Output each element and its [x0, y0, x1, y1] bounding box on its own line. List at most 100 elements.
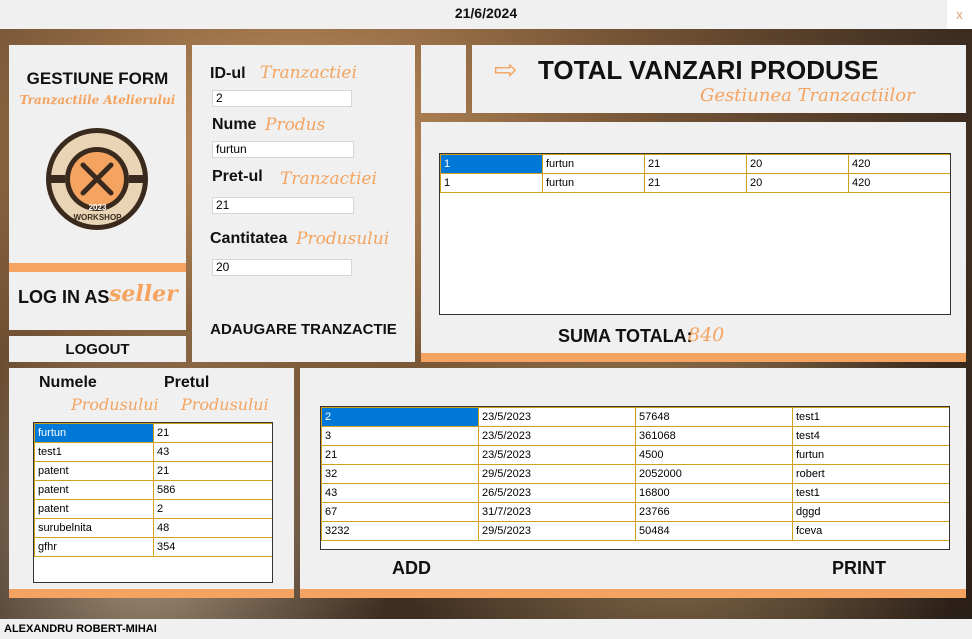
table-cell[interactable]: 16800 [635, 483, 793, 503]
table-cell[interactable]: 2 [321, 407, 479, 427]
table-cell[interactable]: 4500 [635, 445, 793, 465]
product-row[interactable]: furtun 21 [34, 423, 272, 443]
table-cell[interactable]: 29/5/2023 [478, 521, 636, 541]
login-label: LOG IN AS [18, 287, 110, 307]
table-cell[interactable]: 50484 [635, 521, 793, 541]
cart-grid[interactable]: 1 furtun 21 20 420 1 furtun 21 20 420 [439, 153, 951, 315]
table-cell[interactable]: 57648 [635, 407, 793, 427]
title-bar: 21/6/2024 x [0, 0, 972, 29]
product-row[interactable]: surubelnita 48 [34, 518, 272, 538]
table-cell[interactable]: test1 [792, 407, 949, 427]
table-cell[interactable]: furtun [34, 423, 154, 443]
transaction-row[interactable]: 32 29/5/2023 2052000 robert [321, 464, 949, 484]
divider [9, 263, 186, 272]
table-cell[interactable]: 48 [153, 518, 272, 538]
transaction-form: ID-ul Tranzactiei 2 Nume Produs furtun P… [192, 45, 415, 362]
table-cell[interactable]: gfhr [34, 537, 154, 557]
table-cell[interactable]: 2052000 [635, 464, 793, 484]
name-input[interactable]: furtun [212, 141, 354, 158]
table-cell[interactable]: 21 [153, 461, 272, 481]
sum-value: 840 [688, 324, 725, 346]
table-cell[interactable]: 1 [440, 154, 543, 174]
table-cell[interactable]: 23/5/2023 [478, 445, 636, 465]
table-cell[interactable]: furtun [792, 445, 949, 465]
table-cell[interactable]: furtun [542, 154, 645, 174]
brand-panel: GESTIUNE FORM Tranzactiile Atelierului R… [9, 45, 186, 330]
table-cell[interactable]: test4 [792, 426, 949, 446]
transactions-grid[interactable]: 2 23/5/2023 57648 test1 3 23/5/2023 361068 test… [320, 406, 950, 550]
author-label: ALEXANDRU ROBERT-MIHAI [4, 623, 157, 635]
table-cell[interactable]: test1 [34, 442, 154, 462]
table-cell[interactable]: 23/5/2023 [478, 407, 636, 427]
sum-label: SUMA TOTALA: [558, 326, 693, 346]
table-cell[interactable]: 354 [153, 537, 272, 557]
table-cell[interactable]: robert [792, 464, 949, 484]
table-cell[interactable]: 23766 [635, 502, 793, 522]
date-label: 21/6/2024 [454, 5, 518, 21]
table-cell[interactable]: 43 [321, 483, 479, 503]
add-transaction-button[interactable]: ADAUGARE TRANZACTIE [192, 321, 415, 338]
table-cell[interactable]: 26/5/2023 [478, 483, 636, 503]
table-cell[interactable]: test1 [792, 483, 949, 503]
table-cell[interactable]: 586 [153, 480, 272, 500]
table-cell[interactable]: 20 [746, 173, 849, 193]
table-cell[interactable]: furtun [542, 173, 645, 193]
transaction-row[interactable]: 3232 29/5/2023 50484 fceva [321, 521, 949, 541]
price-input[interactable]: 21 [212, 197, 354, 214]
product-row[interactable]: patent 2 [34, 499, 272, 519]
col2-label: Pretul [164, 374, 210, 391]
table-cell[interactable]: 43 [153, 442, 272, 462]
table-cell[interactable]: patent [34, 461, 154, 481]
divider [9, 589, 294, 598]
table-cell[interactable]: 3232 [321, 521, 479, 541]
product-row[interactable]: test1 43 [34, 442, 272, 462]
table-cell[interactable]: 420 [848, 154, 950, 174]
table-cell[interactable]: dggd [792, 502, 949, 522]
logout-button[interactable]: LOGOUT [9, 336, 186, 362]
table-cell[interactable]: surubelnita [34, 518, 154, 538]
table-cell[interactable]: 361068 [635, 426, 793, 446]
table-cell[interactable]: 1 [440, 173, 543, 193]
qty-input[interactable]: 20 [212, 259, 352, 276]
product-row[interactable]: patent 586 [34, 480, 272, 500]
header-panel: ⇨ TOTAL VANZARI PRODUSE Gestiunea Tranza… [472, 45, 966, 113]
table-cell[interactable]: 32 [321, 464, 479, 484]
form-title: GESTIUNE FORM [26, 69, 169, 88]
divider [300, 589, 966, 598]
logo-bottom-text: WORKSHOP [73, 213, 122, 222]
table-cell[interactable]: 21 [644, 154, 747, 174]
print-button[interactable]: PRINT [832, 558, 886, 579]
transaction-row[interactable]: 67 31/7/2023 23766 dggd [321, 502, 949, 522]
transaction-row[interactable]: 2 23/5/2023 57648 test1 [321, 407, 949, 427]
price-accent: Tranzactiei [280, 169, 377, 189]
table-cell[interactable]: 420 [848, 173, 950, 193]
transaction-row[interactable]: 21 23/5/2023 4500 furtun [321, 445, 949, 465]
table-cell[interactable]: 21 [153, 423, 272, 443]
table-cell[interactable]: 20 [746, 154, 849, 174]
id-input[interactable]: 2 [212, 90, 352, 107]
products-panel: Numele Produsului Pretul Produsului furt… [9, 368, 294, 598]
qty-label: Cantitatea [210, 230, 288, 247]
table-cell[interactable]: 3 [321, 426, 479, 446]
table-cell[interactable]: patent [34, 480, 154, 500]
transaction-row[interactable]: 3 23/5/2023 361068 test4 [321, 426, 949, 446]
close-icon[interactable]: x [947, 0, 972, 29]
transaction-row[interactable]: 43 26/5/2023 16800 test1 [321, 483, 949, 503]
cart-row[interactable]: 1 furtun 21 20 420 [440, 173, 950, 193]
table-cell[interactable]: 29/5/2023 [478, 464, 636, 484]
table-cell[interactable]: 2 [153, 499, 272, 519]
product-row[interactable]: gfhr 354 [34, 537, 272, 557]
transactions-panel: 2 23/5/2023 57648 test1 3 23/5/2023 361068 test… [300, 368, 966, 598]
table-cell[interactable]: 67 [321, 502, 479, 522]
add-button[interactable]: ADD [392, 558, 431, 579]
cart-row[interactable]: 1 furtun 21 20 420 [440, 154, 950, 174]
table-cell[interactable]: 21 [644, 173, 747, 193]
products-grid[interactable]: furtun 21 test1 43 patent 21 patent 586 patent 2 s… [33, 422, 273, 583]
table-cell[interactable]: 31/7/2023 [478, 502, 636, 522]
table-cell[interactable]: 21 [321, 445, 479, 465]
product-row[interactable]: patent 21 [34, 461, 272, 481]
table-cell[interactable]: patent [34, 499, 154, 519]
table-cell[interactable]: 23/5/2023 [478, 426, 636, 446]
id-label: ID-ul [210, 65, 246, 82]
table-cell[interactable]: fceva [792, 521, 949, 541]
